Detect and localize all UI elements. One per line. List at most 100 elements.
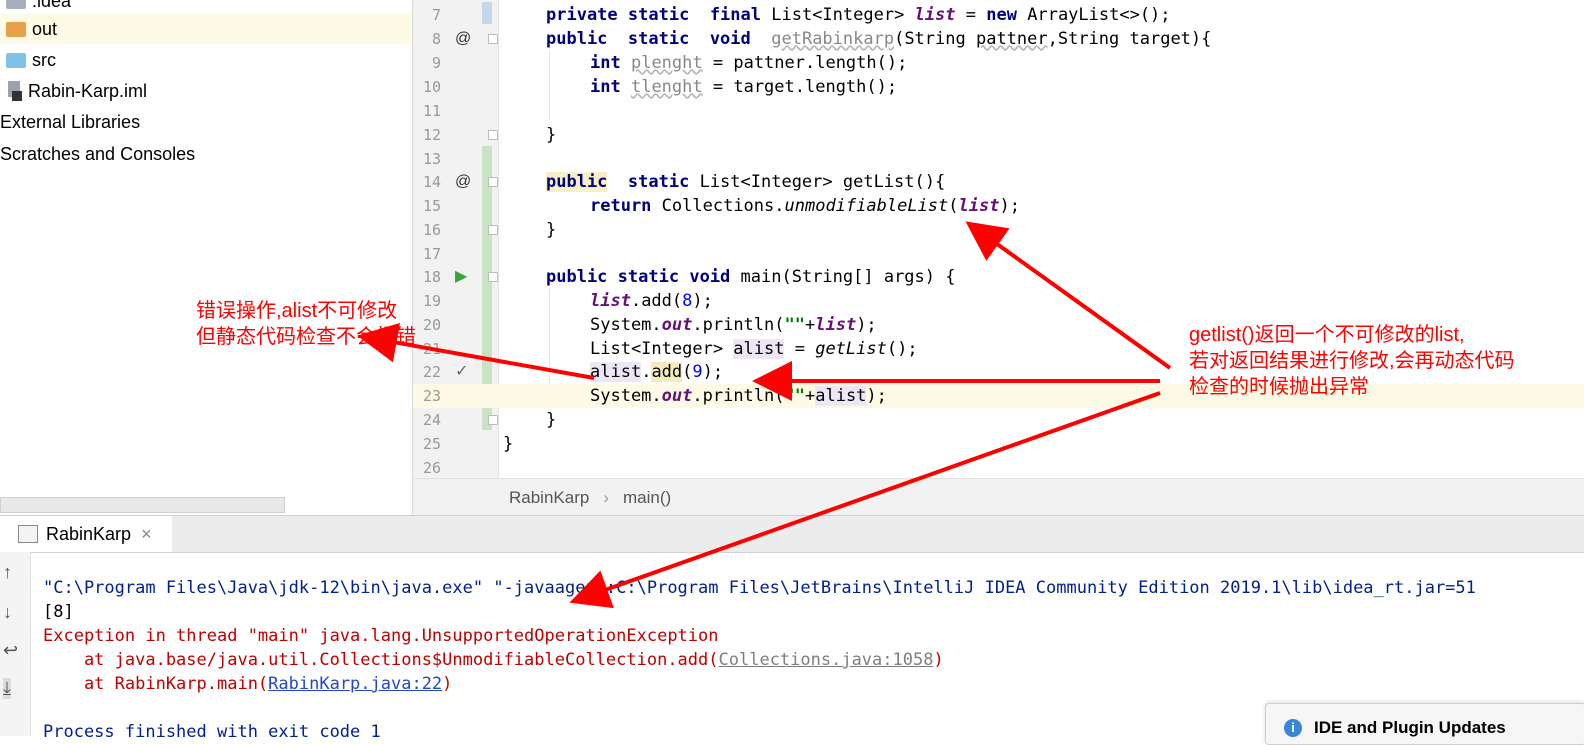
console-output-line: [8] (43, 602, 74, 622)
string-token: "" (784, 315, 805, 335)
code-token: ,String target){ (1047, 29, 1212, 49)
tree-item-iml[interactable]: Rabin-Karp.iml (6, 76, 147, 106)
code-token: ( (682, 362, 693, 382)
code-line-10[interactable]: 10 int tlenght = target.length(); (413, 75, 1584, 99)
keyword: void (709, 29, 751, 49)
code-token: ); (866, 386, 887, 406)
code-line-8[interactable]: 8 @ public static void getRabinkarp(Stri… (413, 27, 1584, 51)
scroll-up-icon[interactable]: ↑ (3, 562, 12, 583)
annotation-text: getlist()返回一个不可修改的list, (1189, 324, 1465, 346)
code-text: public static List<Integer> getList(){ (546, 170, 945, 194)
line-number: 26 (422, 459, 441, 477)
code-token: .println( (692, 386, 785, 406)
code-text: alist.add(9); (590, 360, 723, 384)
annotation-right: getlist()返回一个不可修改的list, 若对返回结果进行修改,会再动态代… (1189, 322, 1515, 400)
fold-icon[interactable] (488, 177, 498, 187)
code-token: Collections. (661, 196, 785, 216)
code-line-19[interactable]: 19 list.add(8); (413, 289, 1584, 313)
code-text: int plenght = pattner.length(); (590, 51, 907, 75)
code-token: = pattner.length(); (712, 53, 908, 73)
keyword: public (546, 29, 608, 49)
scroll-down-icon[interactable]: ↓ (3, 602, 12, 623)
number-token: 8 (682, 291, 693, 311)
implements-marker-icon[interactable]: @ (455, 170, 471, 194)
fold-icon[interactable] (488, 225, 498, 235)
method-token: unmodifiableList (784, 196, 949, 216)
scroll-to-end-icon[interactable]: ⤓ (3, 678, 11, 699)
tree-item-scratches[interactable]: Scratches and Consoles (0, 139, 195, 169)
code-token: + (804, 386, 816, 406)
line-number: 12 (422, 126, 441, 144)
field-token: list (590, 291, 631, 311)
implements-marker-icon[interactable]: @ (455, 27, 471, 51)
stacktrace-link[interactable]: RabinKarp.java:22 (268, 674, 442, 694)
keyword: void (689, 267, 731, 287)
code-text: } (503, 434, 514, 454)
tree-item-external-libraries[interactable]: External Libraries (0, 107, 140, 137)
line-number: 21 (422, 340, 441, 358)
code-line-15[interactable]: 15 return Collections.unmodifiableList(l… (413, 194, 1584, 218)
line-number: 18 (422, 268, 441, 286)
code-token: .add( (630, 291, 683, 311)
breadcrumb: RabinKarp › main() (413, 478, 1584, 516)
code-line-16[interactable]: 16 } (413, 218, 1584, 242)
run-toolbar: ↑ ↓ ↩ ⤓ (0, 552, 31, 736)
keyword: return (590, 196, 652, 216)
line-number: 23 (422, 387, 441, 405)
fold-icon[interactable] (488, 272, 498, 282)
code-token: ); (692, 291, 713, 311)
code-text: } (546, 220, 557, 240)
method-name-token: getRabinkarp (771, 29, 895, 49)
code-line-18[interactable]: 18 ▶ public static void main(String[] ar… (413, 265, 1584, 289)
var-token: alist (815, 386, 867, 406)
run-tab-label: RabinKarp (46, 523, 132, 544)
run-gutter-icon[interactable]: ▶ (455, 265, 467, 289)
sidebar-horizontal-scrollbar[interactable] (0, 497, 285, 513)
tree-item-label: out (32, 18, 58, 39)
code-token: = (965, 5, 977, 25)
code-line-17[interactable]: 17 (413, 242, 1584, 266)
code-line-13[interactable]: 13 (413, 147, 1584, 171)
code-line-14[interactable]: 14 @ public static List<Integer> getList… (413, 170, 1584, 194)
code-line-12[interactable]: 12 } (413, 123, 1584, 147)
breadcrumb-class[interactable]: RabinKarp (509, 488, 589, 508)
code-line-9[interactable]: 9 int plenght = pattner.length(); (413, 51, 1584, 75)
line-number: 20 (422, 316, 441, 334)
line-number: 10 (422, 78, 441, 96)
annotation-text: 但静态代码检查不会报错 (196, 326, 416, 348)
code-token: ); (856, 315, 877, 335)
run-tab-bar: RabinKarp × (0, 516, 1584, 553)
code-line-11[interactable]: 11 (413, 99, 1584, 123)
code-line-25[interactable]: 25 } (413, 432, 1584, 456)
tree-item-src[interactable]: src (6, 45, 56, 75)
close-icon[interactable]: × (141, 524, 152, 545)
fold-icon[interactable] (488, 130, 498, 140)
tree-item-out[interactable]: out (0, 14, 411, 44)
code-editor[interactable]: 7 private static final List<Integer> lis… (413, 0, 1584, 516)
code-token: . (641, 362, 652, 382)
code-line-7[interactable]: 7 private static final List<Integer> lis… (413, 3, 1584, 27)
fold-icon[interactable] (488, 415, 498, 425)
console-command-line: "C:\Program Files\Java\jdk-12\bin\java.e… (43, 578, 1476, 598)
line-number: 9 (431, 54, 441, 72)
console-output[interactable]: "C:\Program Files\Java\jdk-12\bin\java.e… (43, 552, 1476, 744)
annotation-left: 错误操作,alist不可修改 但静态代码检查不会报错 (196, 298, 416, 350)
run-tab-rabinkarp[interactable]: RabinKarp × (0, 516, 172, 552)
keyword: static (627, 172, 690, 192)
code-text: int tlenght = target.length(); (590, 75, 897, 99)
code-token: ); (702, 362, 724, 382)
fold-icon[interactable] (488, 34, 498, 44)
code-token: ArrayList<>(); (1027, 5, 1171, 25)
keyword: public (546, 267, 608, 287)
code-line-24[interactable]: 24 } (413, 408, 1584, 432)
number-token: 9 (692, 362, 703, 382)
breadcrumb-method[interactable]: main() (623, 488, 671, 508)
stacktrace-link[interactable]: Collections.java:1058 (719, 650, 934, 670)
code-line-26[interactable]: 26 (413, 456, 1584, 480)
keyword: static (617, 267, 680, 287)
code-token: = (784, 339, 816, 359)
ide-updates-notification[interactable]: i IDE and Plugin Updates (1265, 703, 1584, 745)
line-number: 22 (422, 363, 441, 381)
soft-wrap-icon[interactable]: ↩ (3, 640, 18, 661)
line-number: 11 (422, 102, 441, 120)
